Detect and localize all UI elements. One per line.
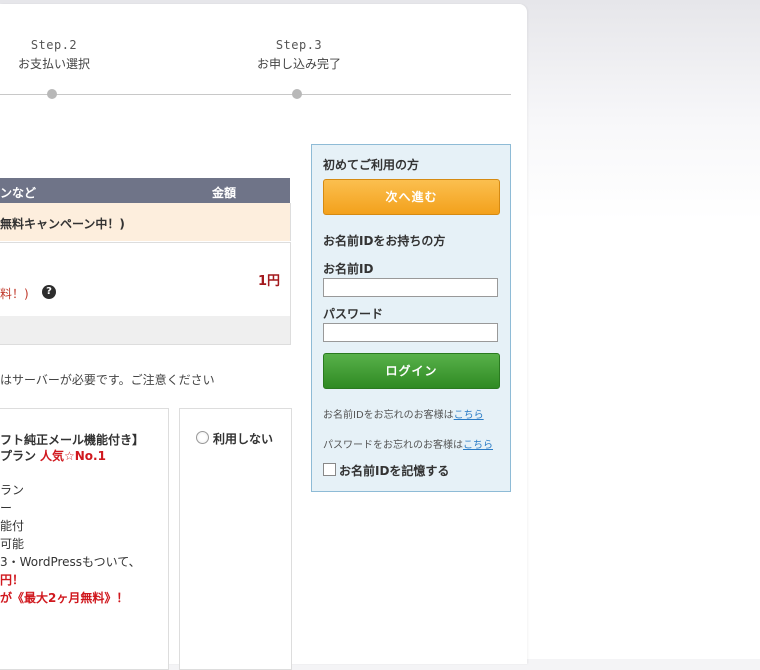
plan-promo-1: 円！ bbox=[0, 573, 25, 587]
header-item-column: ンなど bbox=[0, 186, 37, 200]
forgot-password-text: パスワードをお忘れのお客様は bbox=[323, 440, 463, 451]
header-amount-column: 金額 bbox=[212, 186, 237, 200]
subtotal-row bbox=[0, 316, 291, 345]
id-input[interactable] bbox=[323, 278, 498, 297]
server-notice: はサーバーが必要です。ご注意ください bbox=[0, 373, 215, 387]
first-time-title: 初めてご利用の方 bbox=[323, 158, 420, 172]
plan-feature-3: 能付 bbox=[0, 519, 25, 533]
step-2-number: Step.2 bbox=[30, 38, 78, 52]
campaign-row: 無料キャンペーン中！) bbox=[0, 203, 291, 241]
next-button[interactable]: 次へ進む bbox=[323, 179, 500, 215]
forgot-id-text: お名前IDをお忘れのお客様は bbox=[323, 410, 454, 421]
forgot-id-line: お名前IDをお忘れのお客様はこちら bbox=[323, 406, 484, 421]
price-note: 料！) bbox=[0, 287, 29, 301]
order-table-header: ンなど 金額 bbox=[0, 178, 290, 203]
forgot-id-link[interactable]: こちら bbox=[454, 410, 484, 421]
remember-id-label: お名前IDを記憶する bbox=[339, 464, 450, 478]
step-3: Step.3 お申し込み完了 bbox=[229, 38, 369, 72]
price-value: 1円 bbox=[257, 274, 280, 289]
step-2: Step.2 お支払い選択 bbox=[0, 38, 124, 72]
plan-option-card[interactable]: フト純正メール機能付き】 プラン 人気☆No.1 ラン ー 能付 可能 3・Wo… bbox=[0, 408, 169, 670]
no-use-option-card[interactable]: 利用しない bbox=[179, 408, 292, 670]
login-box: 初めてご利用の方 次へ進む お名前IDをお持ちの方 お名前ID パスワード ログ… bbox=[311, 144, 511, 492]
id-label: お名前ID bbox=[323, 262, 374, 276]
step-3-dot bbox=[292, 89, 302, 99]
forgot-password-link[interactable]: こちら bbox=[463, 440, 493, 451]
step-3-label: お申し込み完了 bbox=[256, 57, 341, 71]
plan-title: フト純正メール機能付き】 bbox=[0, 433, 145, 447]
forgot-password-line: パスワードをお忘れのお客様はこちら bbox=[323, 436, 493, 451]
step-2-dot bbox=[47, 89, 57, 99]
price-row: 1円 料！) ? bbox=[0, 242, 291, 317]
remember-id-checkbox[interactable] bbox=[323, 463, 336, 476]
have-id-title: お名前IDをお持ちの方 bbox=[323, 234, 446, 248]
plan-feature-5: 3・WordPressもついて、 bbox=[0, 555, 141, 569]
password-label: パスワード bbox=[323, 307, 384, 321]
step-2-label: お支払い選択 bbox=[17, 57, 90, 71]
step-3-number: Step.3 bbox=[275, 38, 323, 52]
plan-name: プラン bbox=[0, 449, 37, 463]
plan-feature-1: ラン bbox=[0, 483, 25, 497]
step-progress-line bbox=[0, 94, 511, 95]
popular-badge: 人気☆No.1 bbox=[40, 449, 106, 463]
campaign-text: 無料キャンペーン中！) bbox=[0, 217, 125, 231]
plan-feature-4: 可能 bbox=[0, 537, 25, 551]
login-button[interactable]: ログイン bbox=[323, 353, 500, 389]
help-icon[interactable]: ? bbox=[42, 285, 56, 299]
no-use-label: 利用しない bbox=[213, 432, 274, 446]
plan-feature-2: ー bbox=[0, 501, 13, 515]
no-use-radio[interactable] bbox=[196, 431, 209, 444]
plan-promo-2: が《最大2ヶ月無料》！ bbox=[0, 591, 129, 605]
password-input[interactable] bbox=[323, 323, 498, 342]
